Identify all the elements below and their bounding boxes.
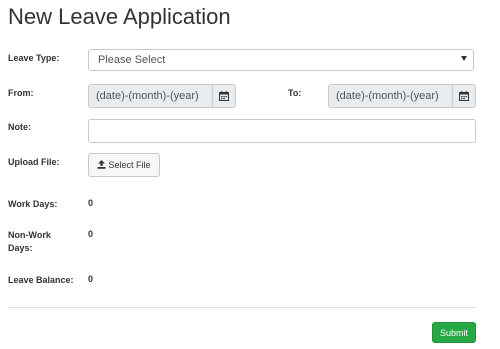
calendar-icon[interactable] (212, 85, 235, 107)
work-days-label: Work Days: (8, 199, 58, 209)
submit-button[interactable]: Submit (432, 322, 476, 343)
non-work-days-label: Non-Work Days: (8, 229, 51, 255)
from-date-placeholder: (date)-(month)-(year) (96, 90, 199, 102)
from-date-input[interactable]: (date)-(month)-(year) (88, 84, 236, 108)
calendar-icon[interactable] (452, 85, 475, 107)
upload-icon (97, 159, 106, 171)
form-divider (8, 307, 476, 308)
leave-type-label: Leave Type: (8, 53, 60, 63)
leave-type-selected: Please Select (98, 54, 166, 66)
to-date-placeholder: (date)-(month)-(year) (336, 90, 439, 102)
page-title: New Leave Application (8, 4, 231, 29)
note-input[interactable] (88, 119, 476, 143)
leave-balance-value: 0 (88, 274, 94, 284)
non-work-days-label-line1: Non-Work (8, 230, 51, 240)
non-work-days-value: 0 (88, 229, 94, 239)
upload-file-label: Upload File: (8, 157, 60, 167)
leave-type-select[interactable]: Please Select (88, 49, 474, 71)
chevron-down-icon (461, 56, 467, 61)
leave-balance-label: Leave Balance: (8, 275, 74, 285)
non-work-days-label-line2: Days: (8, 243, 33, 253)
to-label: To: (288, 88, 302, 98)
work-days-value: 0 (88, 198, 94, 208)
note-label: Note: (8, 122, 31, 132)
select-file-label: Select File (108, 160, 151, 170)
select-file-button[interactable]: Select File (88, 153, 160, 177)
to-date-input[interactable]: (date)-(month)-(year) (328, 84, 476, 108)
from-label: From: (8, 88, 34, 98)
